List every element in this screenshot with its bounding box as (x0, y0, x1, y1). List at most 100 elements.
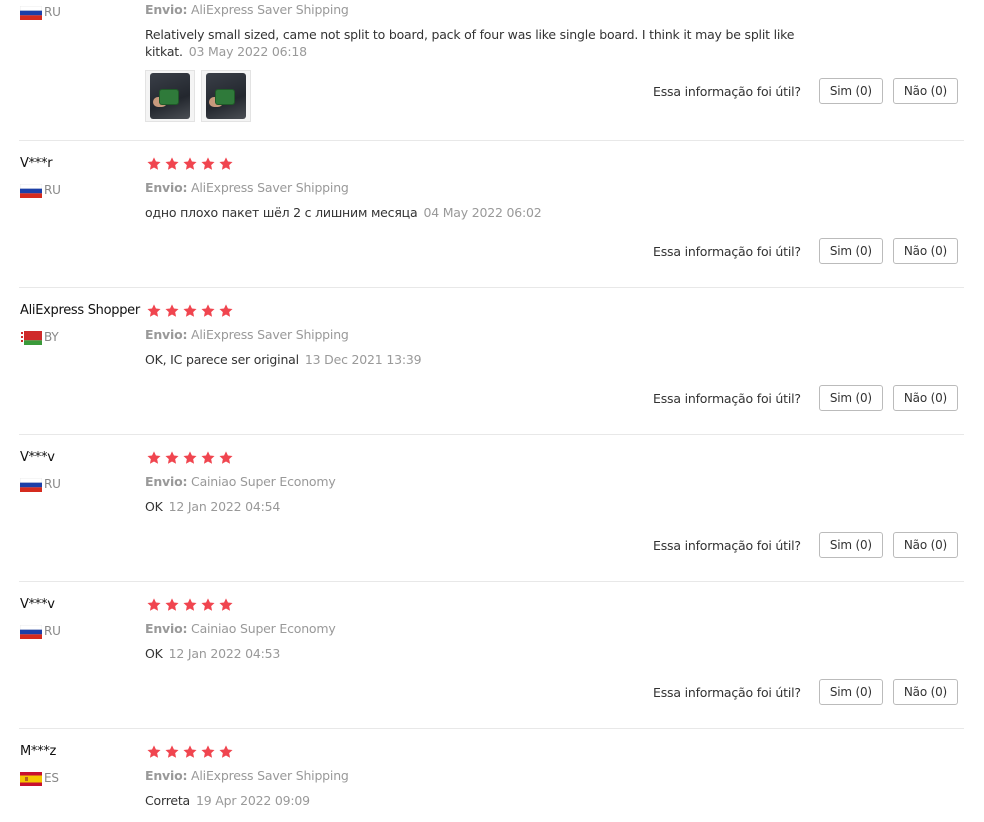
helpful-no-button[interactable]: Não (0) (892, 679, 958, 705)
star-icon (146, 450, 162, 466)
review-divider (19, 581, 964, 582)
flag-ru-icon (19, 5, 43, 20)
helpful-yes-button[interactable]: Sim (0) (818, 679, 883, 705)
helpful-question: Essa informação foi útil? (653, 390, 801, 406)
review-body: одно плохо пакет шёл 2 с лишним месяца (145, 205, 418, 220)
review-divider (19, 434, 964, 435)
flag-es-icon (20, 771, 42, 786)
reviewer-name: AliExpress Shopper (20, 303, 140, 318)
review-text: одно плохо пакет шёл 2 с лишним месяца 04… (145, 204, 845, 221)
helpful-yes-button[interactable]: Sim (0) (818, 78, 883, 104)
star-icon (182, 744, 198, 760)
star-icon (182, 450, 198, 466)
star-icon (182, 156, 198, 172)
helpful-yes-button[interactable]: Sim (0) (818, 532, 883, 558)
country-code: RU (44, 624, 61, 638)
shipping-label: Envio: (145, 180, 188, 195)
helpful-no-button[interactable]: Não (0) (892, 238, 958, 264)
review-text: OK, IC parece ser original 13 Dec 2021 13… (145, 351, 845, 368)
shipping-method: Envio: Cainiao Super Economy (145, 474, 336, 489)
reviewer-country: RU (19, 4, 61, 20)
shipping-method: Envio: AliExpress Saver Shipping (145, 768, 349, 783)
reviewer-name: M***z (20, 744, 57, 759)
shipping-value: AliExpress Saver Shipping (191, 2, 349, 17)
shipping-label: Envio: (145, 474, 188, 489)
star-icon (182, 597, 198, 613)
reviewer-country: RU (19, 476, 61, 492)
review-text: OK 12 Jan 2022 04:53 (145, 645, 845, 662)
star-rating (146, 597, 234, 613)
helpful-no-button[interactable]: Não (0) (892, 78, 958, 104)
star-icon (146, 156, 162, 172)
shipping-method: Envio: AliExpress Saver Shipping (145, 180, 349, 195)
helpful-yes-button[interactable]: Sim (0) (818, 385, 883, 411)
review-date: 19 Apr 2022 09:09 (196, 793, 310, 808)
helpful-section: Essa informação foi útil? Sim (0) Não (0… (653, 237, 958, 265)
shipping-label: Envio: (145, 621, 188, 636)
helpful-question: Essa informação foi útil? (653, 243, 801, 259)
star-icon (200, 450, 216, 466)
star-icon (200, 597, 216, 613)
review-divider (19, 287, 964, 288)
flag-by-icon (20, 330, 42, 345)
star-icon (200, 744, 216, 760)
review-text: OK 12 Jan 2022 04:54 (145, 498, 845, 515)
review-date: 03 May 2022 06:18 (188, 44, 307, 59)
shipping-value: Cainiao Super Economy (191, 474, 336, 489)
review-photo-thumbnail[interactable] (201, 70, 251, 122)
star-icon (218, 450, 234, 466)
reviewer-country: BY (20, 329, 59, 345)
shipping-label: Envio: (145, 2, 188, 17)
star-icon (218, 744, 234, 760)
helpful-yes-button[interactable]: Sim (0) (818, 238, 883, 264)
review-body: OK, IC parece ser original (145, 352, 299, 367)
country-code: BY (44, 330, 59, 344)
star-icon (182, 303, 198, 319)
star-icon (146, 303, 162, 319)
helpful-question: Essa informação foi útil? (653, 83, 801, 99)
country-code: RU (44, 477, 61, 491)
helpful-section: Essa informação foi útil? Sim (0) Não (0… (653, 384, 958, 412)
flag-ru-icon (19, 183, 43, 198)
reviewer-country: RU (19, 182, 61, 198)
star-rating (146, 450, 234, 466)
helpful-no-button[interactable]: Não (0) (892, 385, 958, 411)
review-text: Correta 19 Apr 2022 09:09 (145, 792, 845, 809)
shipping-value: AliExpress Saver Shipping (191, 768, 349, 783)
review-date: 13 Dec 2021 13:39 (304, 352, 422, 367)
helpful-section: Essa informação foi útil? Sim (0) Não (0… (653, 531, 958, 559)
country-code: RU (44, 183, 61, 197)
review-date: 12 Jan 2022 04:53 (168, 646, 281, 661)
star-icon (164, 744, 180, 760)
star-rating (146, 156, 234, 172)
reviewer-name: V***v (20, 597, 55, 612)
star-rating (146, 303, 234, 319)
review-photo-thumbnail[interactable] (145, 70, 195, 122)
helpful-question: Essa informação foi útil? (653, 537, 801, 553)
review-photos (145, 70, 251, 122)
star-icon (164, 450, 180, 466)
shipping-method: Envio: Cainiao Super Economy (145, 621, 336, 636)
shipping-label: Envio: (145, 768, 188, 783)
star-icon (218, 156, 234, 172)
reviewer-country: ES (20, 770, 59, 786)
star-icon (218, 597, 234, 613)
review-date: 04 May 2022 06:02 (423, 205, 542, 220)
reviewer-name: V***r (20, 156, 53, 171)
helpful-section: Essa informação foi útil? Sim (0) Não (0… (653, 678, 958, 706)
star-icon (200, 303, 216, 319)
shipping-method: Envio: AliExpress Saver Shipping (145, 327, 349, 342)
country-code: RU (44, 5, 61, 19)
reviewer-country: RU (19, 623, 61, 639)
helpful-no-button[interactable]: Não (0) (892, 532, 958, 558)
review-divider (19, 140, 964, 141)
helpful-question: Essa informação foi útil? (653, 684, 801, 700)
flag-ru-icon (19, 477, 43, 492)
review-body: OK (145, 646, 163, 661)
review-divider (19, 728, 964, 729)
star-icon (218, 303, 234, 319)
shipping-method: Envio: AliExpress Saver Shipping (145, 2, 349, 17)
star-rating (146, 744, 234, 760)
shipping-label: Envio: (145, 327, 188, 342)
shipping-value: AliExpress Saver Shipping (191, 180, 349, 195)
